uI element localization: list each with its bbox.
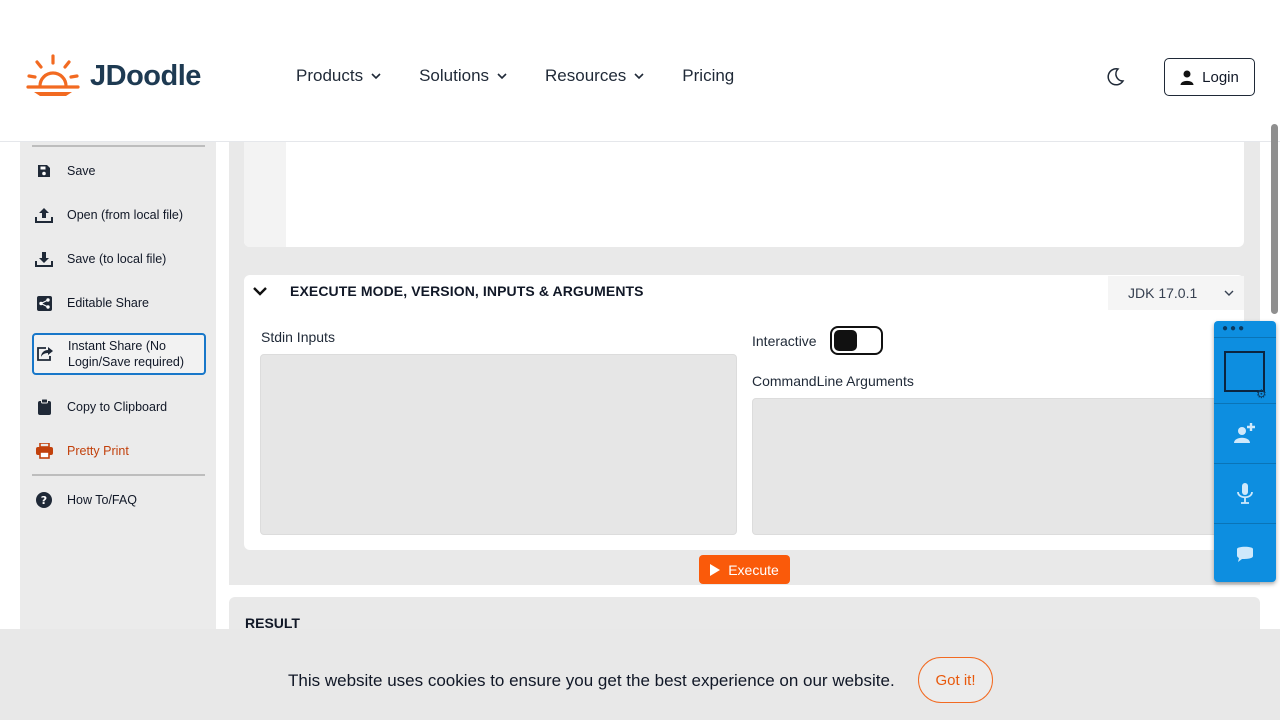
sidebar-item-open-local[interactable]: Open (from local file) (32, 195, 206, 235)
interactive-toggle[interactable] (830, 326, 883, 355)
chevron-down-icon (634, 73, 644, 80)
microphone-icon[interactable] (1233, 481, 1257, 505)
download-icon (35, 250, 53, 268)
floating-toolbar-widget: ●●● ⚙ (1214, 321, 1276, 582)
main-nav: Products Solutions Resources Pricing (296, 66, 772, 86)
nav-pricing-label: Pricing (682, 66, 735, 85)
user-icon (1180, 70, 1194, 85)
login-button[interactable]: Login (1164, 58, 1255, 96)
login-label: Login (1202, 68, 1239, 86)
stdin-input[interactable] (260, 354, 737, 535)
clipboard-icon (35, 398, 53, 416)
code-editor[interactable] (244, 142, 1244, 247)
chevron-down-icon (497, 73, 507, 80)
cmdline-args-input[interactable] (752, 398, 1222, 535)
gear-icon[interactable]: ⚙ (1256, 387, 1267, 401)
widget-divider (1214, 403, 1276, 404)
sidebar-item-label: How To/FAQ (67, 493, 137, 507)
page-scrollbar-thumb[interactable] (1271, 124, 1278, 314)
nav-pricing[interactable]: Pricing (682, 66, 734, 86)
sidebar-item-pretty-print[interactable]: Pretty Print (32, 431, 206, 471)
site-header: JDoodle Products Solutions Resources Pri… (0, 0, 1280, 142)
brand-name: JDoodle (90, 59, 201, 92)
floppy-disk-icon (35, 162, 53, 180)
moon-icon[interactable] (1104, 66, 1126, 88)
nav-products[interactable]: Products (296, 66, 381, 86)
chat-bubble-icon[interactable] (1233, 543, 1257, 567)
svg-text:?: ? (41, 494, 47, 507)
sidebar-item-label: Save (to local file) (67, 252, 167, 266)
help-circle-icon: ? (35, 491, 53, 509)
widget-divider (1214, 523, 1276, 524)
add-user-icon[interactable] (1233, 421, 1257, 445)
execute-panel-header[interactable]: EXECUTE MODE, VERSION, INPUTS & ARGUMENT… (252, 283, 644, 299)
stdin-label: Stdin Inputs (261, 329, 335, 345)
execute-label: Execute (728, 561, 779, 578)
drag-handle-icon[interactable]: ●●● (1222, 323, 1246, 334)
chevron-down-icon (1224, 290, 1234, 296)
sidebar-item-save[interactable]: Save (32, 151, 206, 191)
sidebar-item-copy-clipboard[interactable]: Copy to Clipboard (32, 387, 206, 427)
interactive-label: Interactive (752, 333, 817, 349)
sidebar-item-label: Instant Share (No Login/Save required) (68, 339, 185, 369)
execute-button[interactable]: Execute (699, 555, 790, 584)
play-icon (710, 563, 721, 576)
sidebar-divider (32, 145, 205, 147)
sidebar-item-save-local[interactable]: Save (to local file) (32, 239, 206, 279)
nav-resources[interactable]: Resources (545, 66, 644, 86)
widget-divider (1214, 463, 1276, 464)
cookie-message: This website uses cookies to ensure you … (288, 671, 895, 690)
nav-solutions-label: Solutions (419, 66, 490, 85)
editor-gutter (244, 142, 286, 247)
upload-icon (35, 206, 53, 224)
sidebar-item-label: Open (from local file) (67, 208, 184, 222)
sidebar-item-editable-share[interactable]: Editable Share (32, 283, 206, 323)
sidebar-item-label: Save (67, 164, 96, 178)
cmdline-label: CommandLine Arguments (752, 373, 914, 389)
cookie-accept-label: Got it! (935, 671, 976, 689)
nav-products-label: Products (296, 66, 364, 85)
widget-divider (1214, 337, 1276, 338)
sidebar-divider (32, 474, 205, 476)
share-square-icon (36, 345, 54, 363)
version-value: JDK 17.0.1 (1128, 285, 1198, 301)
screen-capture-icon[interactable] (1224, 351, 1265, 392)
sidebar-item-instant-share[interactable]: Instant Share (No Login/Save required) (32, 333, 206, 375)
cookie-accept-button[interactable]: Got it! (918, 657, 993, 703)
sun-logo-icon (26, 54, 80, 96)
chevron-down-icon (371, 73, 381, 80)
nav-solutions[interactable]: Solutions (419, 66, 507, 86)
sidebar-item-how-to-faq[interactable]: ? How To/FAQ (32, 480, 206, 520)
sidebar-item-label: Copy to Clipboard (67, 400, 168, 414)
jdoodle-logo[interactable]: JDoodle (26, 54, 201, 98)
toggle-knob (834, 330, 857, 351)
nav-resources-label: Resources (545, 66, 627, 85)
version-select[interactable]: JDK 17.0.1 (1108, 276, 1244, 310)
printer-icon (35, 442, 53, 460)
chevron-down-icon[interactable] (252, 283, 268, 299)
sidebar-item-label: Editable Share (67, 296, 150, 310)
share-icon (35, 294, 53, 312)
sidebar-item-label: Pretty Print (67, 444, 129, 458)
execute-panel-title: EXECUTE MODE, VERSION, INPUTS & ARGUMENT… (290, 283, 644, 299)
